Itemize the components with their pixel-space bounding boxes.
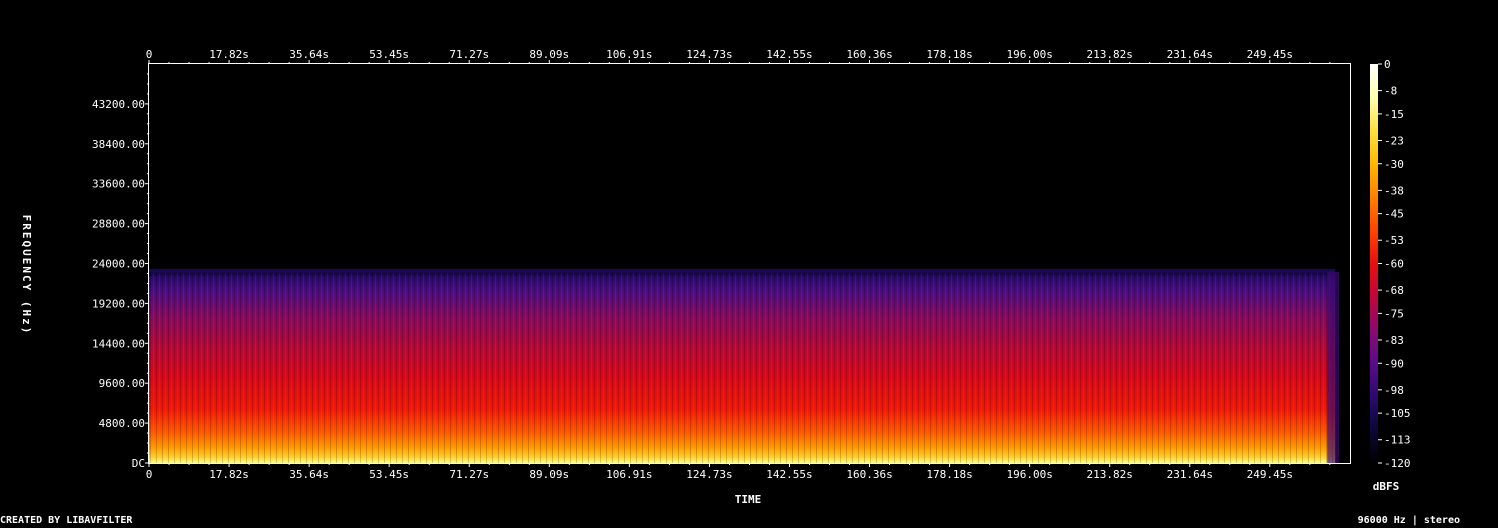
footer-credit: CREATED BY LIBAVFILTER <box>0 515 133 526</box>
spectrogram-chart: 0 0 17.82s 17.82s 35.64s 35.64s 53.45s 53.45s 71… <box>20 48 1411 506</box>
x-tick-label-top: 249.45s <box>1247 48 1293 61</box>
x-tick-label-bottom: 160.36s <box>846 468 892 481</box>
x-tick-label-bottom: 53.45s <box>369 468 409 481</box>
spectrogram-tail <box>1327 271 1340 463</box>
x-tick-label-bottom: 17.82s <box>209 468 249 481</box>
colorbar-tick-label: -68 <box>1384 284 1404 297</box>
y-tick-label: 4800.00 <box>99 417 145 430</box>
x-tick-label-top: 160.36s <box>846 48 892 61</box>
colorbar-tick-label: -15 <box>1384 108 1404 121</box>
x-tick-label-bottom: 71.27s <box>449 468 489 481</box>
x-tick-label-top: 124.73s <box>686 48 732 61</box>
y-tick-label: 38400.00 <box>92 138 145 151</box>
y-axis-label: FREQUENCY (Hz) <box>20 215 33 336</box>
x-tick-label-top: 0 <box>146 48 153 61</box>
x-axis-label: TIME <box>735 493 762 506</box>
colorbar-tick-label: -90 <box>1384 357 1404 370</box>
y-tick-label: 9600.00 <box>99 377 145 390</box>
y-tick-label: 28800.00 <box>92 218 145 231</box>
colorbar-gradient <box>1370 64 1378 463</box>
x-tick-label-top: 106.91s <box>606 48 652 61</box>
colorbar-tick-label: -105 <box>1384 407 1411 420</box>
x-tick-label-top: 178.18s <box>926 48 972 61</box>
x-tick-label-top: 89.09s <box>529 48 569 61</box>
x-tick-label-bottom: 106.91s <box>606 468 652 481</box>
x-tick-label-bottom: 213.82s <box>1087 468 1133 481</box>
x-tick-label-bottom: 89.09s <box>529 468 569 481</box>
y-tick-label: 14400.00 <box>92 337 145 350</box>
x-tick-label-bottom: 249.45s <box>1247 468 1293 481</box>
colorbar-tick-label: -98 <box>1384 384 1404 397</box>
spectrogram-top-edge <box>149 268 1336 273</box>
x-tick-label-bottom: 142.55s <box>766 468 812 481</box>
colorbar-label: dBFS <box>1373 480 1400 493</box>
x-tick-label-top: 53.45s <box>369 48 409 61</box>
x-tick-label-top: 231.64s <box>1167 48 1213 61</box>
y-tick-label: 24000.00 <box>92 258 145 271</box>
colorbar-tick-label: -45 <box>1384 208 1404 221</box>
colorbar: 0 -8 -15 -23 -30 -38 -45 -53 -60 -68 -75 -83 -90 -98 -… <box>1370 58 1411 470</box>
spectrogram-texture <box>149 271 1336 463</box>
colorbar-tick-label: -113 <box>1384 434 1411 447</box>
plot-area <box>148 63 1351 464</box>
x-tick-label-bottom: 124.73s <box>686 468 732 481</box>
colorbar-tick-label: 0 <box>1384 58 1391 71</box>
x-tick-label-top: 142.55s <box>766 48 812 61</box>
colorbar-tick-label: -38 <box>1384 184 1404 197</box>
colorbar-tick-label: -75 <box>1384 307 1404 320</box>
colorbar-tick-label: -30 <box>1384 158 1404 171</box>
x-tick-label-top: 71.27s <box>449 48 489 61</box>
x-tick-label-bottom: 196.00s <box>1006 468 1052 481</box>
x-tick-label-bottom: 178.18s <box>926 468 972 481</box>
x-tick-label-top: 17.82s <box>209 48 249 61</box>
y-tick-label: 43200.00 <box>92 98 145 111</box>
x-tick-label-bottom: 0 <box>146 468 153 481</box>
footer-sample-info: 96000 Hz | stereo <box>1357 515 1460 526</box>
y-tick-label: DC <box>132 457 145 470</box>
x-tick-label-top: 35.64s <box>289 48 329 61</box>
colorbar-tick-label: -60 <box>1384 258 1404 271</box>
x-tick-label-bottom: 231.64s <box>1167 468 1213 481</box>
colorbar-tick-label: -53 <box>1384 234 1404 247</box>
y-tick-label: 33600.00 <box>92 178 145 191</box>
colorbar-tick-label: -83 <box>1384 334 1404 347</box>
x-tick-label-bottom: 35.64s <box>289 468 329 481</box>
colorbar-tick-label: -120 <box>1384 457 1411 470</box>
x-tick-label-top: 213.82s <box>1087 48 1133 61</box>
colorbar-tick-label: -23 <box>1384 134 1404 147</box>
y-tick-label: 19200.00 <box>92 297 145 310</box>
colorbar-tick-label: -8 <box>1384 85 1397 98</box>
x-tick-label-top: 196.00s <box>1006 48 1052 61</box>
